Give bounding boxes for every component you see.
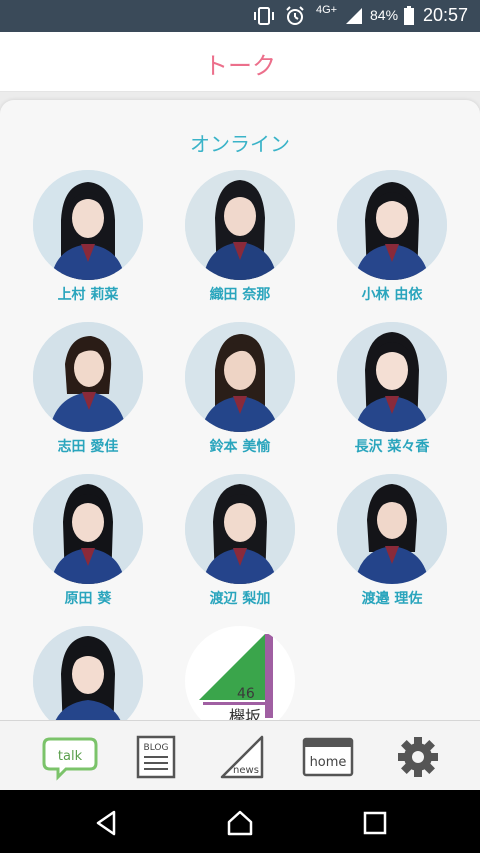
tab-settings[interactable] xyxy=(388,733,448,781)
vibrate-icon xyxy=(254,7,274,25)
member-name: 鈴本 美愉 xyxy=(209,439,271,455)
member-name: 上村 莉菜 xyxy=(57,287,119,303)
member-avatar[interactable] xyxy=(185,170,295,280)
member-avatar[interactable] xyxy=(33,170,143,280)
member-avatar[interactable] xyxy=(33,322,143,432)
talk-content[interactable]: オンライン 上村 莉菜 織田 奈那 小林 由依 志田 愛佳 鈴本 美愉 長沢 菜… xyxy=(0,92,480,720)
member-item[interactable]: 小林 由依 xyxy=(322,170,462,310)
logo-triangle-icon: 46 欅坂 xyxy=(199,634,273,720)
logo-text: 欅坂 xyxy=(229,707,261,720)
member-avatar[interactable] xyxy=(337,322,447,432)
bottom-tab-bar: talk BLOG news home xyxy=(0,720,480,790)
tab-home[interactable]: home xyxy=(298,733,358,781)
member-item[interactable]: 原田 葵 xyxy=(18,474,158,614)
tab-blog-label: BLOG xyxy=(144,743,169,753)
tab-talk-label: talk xyxy=(58,749,83,764)
member-avatar[interactable] xyxy=(337,474,447,584)
member-avatar[interactable] xyxy=(33,474,143,584)
member-name: 渡邉 理佐 xyxy=(361,591,423,607)
back-icon[interactable] xyxy=(92,808,122,838)
member-avatar[interactable] xyxy=(33,626,143,720)
tab-blog[interactable]: BLOG xyxy=(126,733,186,781)
status-bar: 4G+ 84% 20:57 xyxy=(0,0,480,32)
member-item[interactable]: 織田 奈那 xyxy=(170,170,310,310)
tab-talk[interactable]: talk xyxy=(40,733,100,781)
member-avatar[interactable] xyxy=(185,474,295,584)
android-nav-bar xyxy=(0,790,480,853)
online-card: オンライン 上村 莉菜 織田 奈那 小林 由依 志田 愛佳 鈴本 美愉 長沢 菜… xyxy=(0,100,480,720)
home-icon: home xyxy=(302,737,354,777)
alarm-icon xyxy=(286,6,304,25)
member-name: 原田 葵 xyxy=(64,591,112,607)
clock: 20:57 xyxy=(422,5,468,25)
app-header: トーク xyxy=(0,32,480,92)
member-item[interactable]: 長沢 菜々香 xyxy=(322,322,462,462)
section-title-online: オンライン xyxy=(190,132,290,156)
member-item[interactable]: 鈴本 美愉 xyxy=(170,322,310,462)
logo-number: 46 xyxy=(237,686,255,702)
home-button-icon[interactable] xyxy=(225,808,255,838)
member-name: 渡辺 梨加 xyxy=(209,591,271,607)
member-item[interactable]: 渡辺 梨加 xyxy=(170,474,310,614)
member-item[interactable]: 志田 愛佳 xyxy=(18,322,158,462)
member-name: 小林 由依 xyxy=(361,287,423,303)
member-item[interactable]: 上村 莉菜 xyxy=(18,170,158,310)
talk-icon: talk xyxy=(42,737,98,781)
member-name: 織田 奈那 xyxy=(209,287,271,303)
keyakizaka46-logo[interactable]: 46 欅坂 xyxy=(185,626,295,720)
tab-news[interactable]: news xyxy=(212,733,272,781)
member-name: 長沢 菜々香 xyxy=(354,439,430,455)
tab-home-label: home xyxy=(310,755,347,770)
news-icon: news xyxy=(220,735,264,779)
member-item[interactable]: 渡邉 理佐 xyxy=(322,474,462,614)
blog-icon: BLOG xyxy=(136,735,176,779)
member-item[interactable] xyxy=(18,626,158,720)
member-avatar[interactable] xyxy=(185,322,295,432)
battery-icon xyxy=(404,6,414,25)
battery-percent: 84% xyxy=(370,7,399,23)
page-title: トーク xyxy=(204,52,276,80)
tab-news-label: news xyxy=(233,765,259,776)
signal-icon xyxy=(346,8,362,24)
recents-icon[interactable] xyxy=(360,808,390,838)
network-type: 4G+ xyxy=(316,4,338,16)
settings-gear-icon xyxy=(398,737,438,777)
member-avatar[interactable] xyxy=(337,170,447,280)
member-name: 志田 愛佳 xyxy=(57,439,119,455)
